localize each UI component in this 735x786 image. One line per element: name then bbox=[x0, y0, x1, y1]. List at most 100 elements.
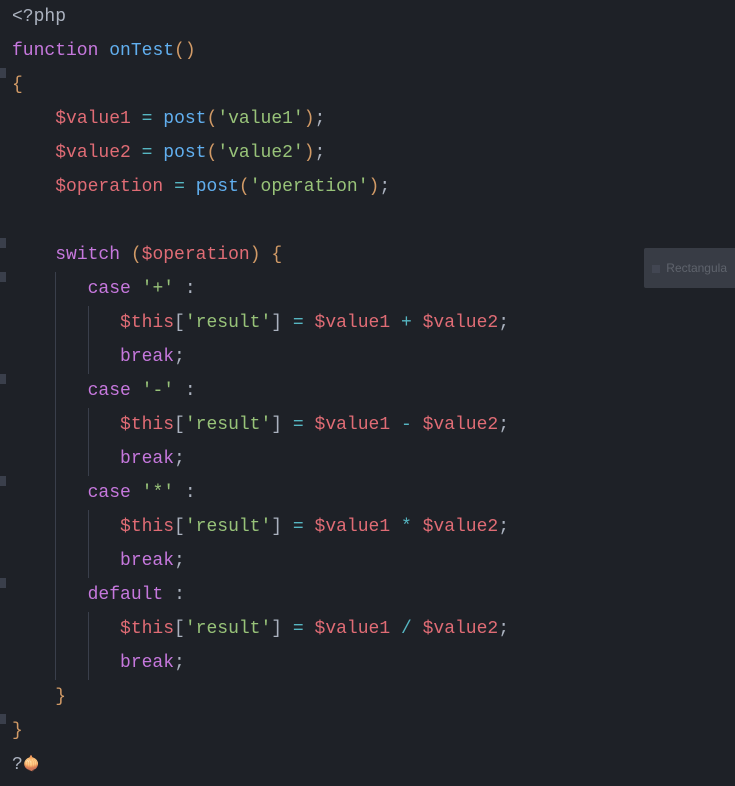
semicolon: ; bbox=[174, 347, 185, 367]
operator-slash: / bbox=[401, 619, 412, 639]
keyword-case: case bbox=[88, 381, 131, 401]
string-literal: 'result' bbox=[185, 313, 271, 333]
code-line[interactable]: $this['result'] = $value1 - $value2; bbox=[12, 408, 735, 442]
brace-open: { bbox=[12, 75, 23, 95]
operator-assign: = bbox=[142, 143, 153, 163]
function-call: post bbox=[196, 177, 239, 197]
bracket-close: ] bbox=[271, 415, 282, 435]
selection-tool-label[interactable]: Rectangula bbox=[644, 248, 735, 288]
operator-assign: = bbox=[293, 415, 304, 435]
function-name: onTest bbox=[109, 41, 174, 61]
keyword-break: break bbox=[120, 653, 174, 673]
colon: : bbox=[185, 381, 196, 401]
bracket-close: ] bbox=[271, 313, 282, 333]
paren-close: ) bbox=[185, 41, 196, 61]
fold-marker[interactable] bbox=[0, 714, 6, 724]
keyword-switch: switch bbox=[55, 245, 120, 265]
operator-assign: = bbox=[293, 619, 304, 639]
semicolon: ; bbox=[498, 415, 509, 435]
code-line[interactable]: default : bbox=[12, 578, 735, 612]
fold-marker[interactable] bbox=[0, 68, 6, 78]
code-line[interactable]: break; bbox=[12, 646, 735, 680]
paren-open: ( bbox=[174, 41, 185, 61]
variable: $value2 bbox=[423, 619, 499, 639]
keyword-default: default bbox=[88, 585, 164, 605]
variable: $value2 bbox=[55, 143, 131, 163]
string-literal: 'operation' bbox=[250, 177, 369, 197]
bracket-open: [ bbox=[174, 313, 185, 333]
paren-open: ( bbox=[239, 177, 250, 197]
variable: $value1 bbox=[315, 619, 391, 639]
brace-close: } bbox=[55, 687, 66, 707]
string-literal: 'result' bbox=[185, 415, 271, 435]
code-line[interactable]: } bbox=[12, 714, 735, 748]
semicolon: ; bbox=[174, 551, 185, 571]
code-line[interactable]: $this['result'] = $value1 * $value2; bbox=[12, 510, 735, 544]
string-literal: 'result' bbox=[185, 517, 271, 537]
fold-marker[interactable] bbox=[0, 238, 6, 248]
bracket-open: [ bbox=[174, 517, 185, 537]
variable-this: $this bbox=[120, 313, 174, 333]
semicolon: ; bbox=[498, 517, 509, 537]
fold-marker[interactable] bbox=[0, 578, 6, 588]
operator-star: * bbox=[401, 517, 412, 537]
variable: $value2 bbox=[423, 415, 499, 435]
operator-assign: = bbox=[142, 109, 153, 129]
code-line[interactable]: break; bbox=[12, 442, 735, 476]
paren-open: ( bbox=[207, 109, 218, 129]
operator-assign: = bbox=[293, 517, 304, 537]
function-call: post bbox=[163, 143, 206, 163]
code-line[interactable]: break; bbox=[12, 544, 735, 578]
fold-marker[interactable] bbox=[0, 476, 6, 486]
code-line[interactable]: $value2 = post('value2'); bbox=[12, 136, 735, 170]
keyword-break: break bbox=[120, 347, 174, 367]
fold-marker[interactable] bbox=[0, 374, 6, 384]
brace-open: { bbox=[271, 245, 282, 265]
string-literal: 'result' bbox=[185, 619, 271, 639]
keyword-case: case bbox=[88, 483, 131, 503]
variable: $value1 bbox=[315, 517, 391, 537]
fold-marker[interactable] bbox=[0, 272, 6, 282]
code-line[interactable]: $value1 = post('value1'); bbox=[12, 102, 735, 136]
paren-close: ) bbox=[250, 245, 261, 265]
code-line[interactable]: { bbox=[12, 68, 735, 102]
semicolon: ; bbox=[315, 109, 326, 129]
code-line[interactable]: ?🧅 bbox=[12, 748, 735, 782]
code-line[interactable]: $this['result'] = $value1 + $value2; bbox=[12, 306, 735, 340]
operator-assign: = bbox=[293, 313, 304, 333]
selection-tool-text: Rectangula bbox=[666, 261, 727, 275]
code-line[interactable]: $this['result'] = $value1 / $value2; bbox=[12, 612, 735, 646]
variable: $value1 bbox=[315, 415, 391, 435]
paren-open: ( bbox=[207, 143, 218, 163]
semicolon: ; bbox=[174, 449, 185, 469]
variable: $operation bbox=[142, 245, 250, 265]
code-line[interactable]: $operation = post('operation'); bbox=[12, 170, 735, 204]
code-line[interactable]: <?php bbox=[12, 0, 735, 34]
operator-plus: + bbox=[401, 313, 412, 333]
string-literal: '+' bbox=[142, 279, 174, 299]
variable: $value2 bbox=[423, 313, 499, 333]
code-line[interactable]: } bbox=[12, 680, 735, 714]
variable: $value2 bbox=[423, 517, 499, 537]
bracket-close: ] bbox=[271, 619, 282, 639]
code-line[interactable]: function onTest() bbox=[12, 34, 735, 68]
string-literal: '*' bbox=[142, 483, 174, 503]
variable-this: $this bbox=[120, 619, 174, 639]
keyword-break: break bbox=[120, 449, 174, 469]
code-editor[interactable]: <?php function onTest() { $value1 = post… bbox=[0, 0, 735, 782]
php-close-tag: ? bbox=[12, 755, 23, 775]
code-line[interactable]: case '*' : bbox=[12, 476, 735, 510]
paren-close: ) bbox=[304, 143, 315, 163]
code-line[interactable]: switch ($operation) { bbox=[12, 238, 735, 272]
code-line[interactable]: break; bbox=[12, 340, 735, 374]
variable-this: $this bbox=[120, 415, 174, 435]
colon: : bbox=[174, 585, 185, 605]
string-literal: 'value1' bbox=[217, 109, 303, 129]
code-line[interactable]: case '-' : bbox=[12, 374, 735, 408]
code-line[interactable] bbox=[12, 204, 735, 238]
code-line[interactable]: case '+' : bbox=[12, 272, 735, 306]
paren-open: ( bbox=[131, 245, 142, 265]
php-open-tag: <?php bbox=[12, 7, 66, 27]
colon: : bbox=[185, 483, 196, 503]
variable: $value1 bbox=[315, 313, 391, 333]
